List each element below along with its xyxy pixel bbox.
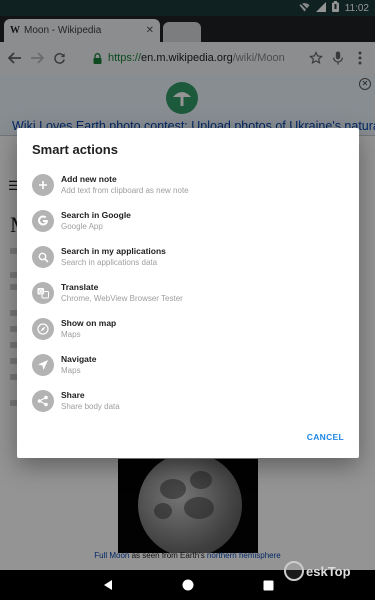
watermark-logo	[284, 561, 304, 581]
action-subtitle: Chrome, WebView Browser Tester	[61, 294, 183, 303]
action-subtitle: Add text from clipboard as new note	[61, 186, 189, 195]
action-title: Navigate	[61, 354, 97, 364]
action-share[interactable]: Share Share body data	[32, 384, 332, 418]
action-search-in-my-applications[interactable]: Search in my applications Search in appl…	[32, 240, 332, 274]
action-subtitle: Maps	[61, 330, 81, 339]
action-subtitle: Google App	[61, 222, 103, 231]
nav-recents-icon[interactable]	[260, 577, 276, 593]
action-title: Search in my applications	[61, 246, 166, 256]
watermark-text: eskTop	[306, 563, 351, 579]
action-show-on-map[interactable]: Show on map Maps	[32, 312, 332, 346]
action-subtitle: Search in applications data	[61, 258, 158, 267]
action-title: Add new note	[61, 174, 117, 184]
action-navigate[interactable]: Navigate Maps	[32, 348, 332, 382]
plus-icon	[32, 174, 54, 196]
search-icon	[32, 246, 54, 268]
nav-home-icon[interactable]	[180, 577, 196, 593]
action-title: Share	[61, 390, 85, 400]
google-icon	[32, 210, 54, 232]
svg-text:G: G	[39, 290, 43, 296]
action-title: Translate	[61, 282, 99, 292]
action-subtitle: Maps	[61, 366, 81, 375]
translate-icon: G	[32, 282, 54, 304]
navigation-icon	[32, 354, 54, 376]
dialog-title: Smart actions	[32, 142, 118, 157]
action-search-in-google[interactable]: Search in Google Google App	[32, 204, 332, 238]
cancel-button[interactable]: CANCEL	[307, 432, 344, 442]
action-subtitle: Share body data	[61, 402, 120, 411]
share-icon	[32, 390, 54, 412]
desktop-watermark: eskTop	[284, 561, 351, 581]
action-add-new-note[interactable]: Add new note Add text from clipboard as …	[32, 168, 332, 202]
smart-actions-dialog: Smart actions Add new note Add text from…	[17, 128, 359, 458]
action-translate[interactable]: G Translate Chrome, WebView Browser Test…	[32, 276, 332, 310]
action-title: Search in Google	[61, 210, 131, 220]
nav-back-icon[interactable]	[100, 577, 116, 593]
action-title: Show on map	[61, 318, 117, 328]
compass-icon	[32, 318, 54, 340]
